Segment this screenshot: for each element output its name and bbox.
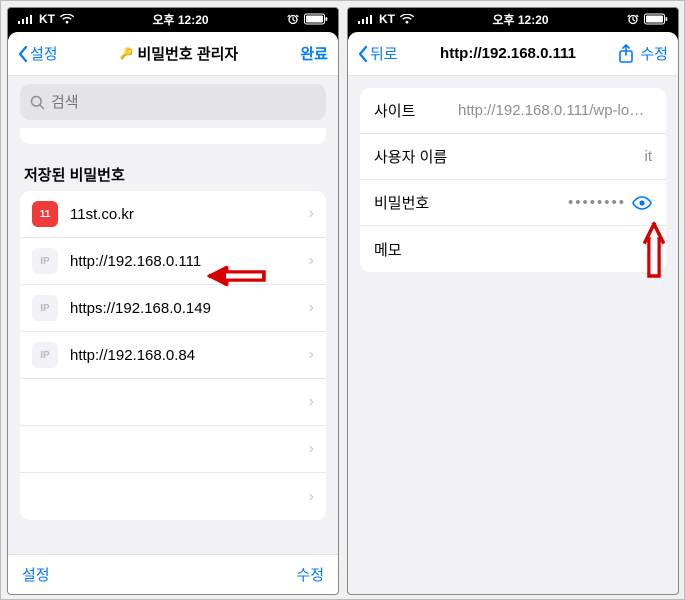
site-icon-ip: IP [32,248,58,274]
key-icon: 🔑 [120,47,134,60]
list-item[interactable]: › [20,473,326,520]
list-item[interactable]: IP https://192.168.0.149 › [20,285,326,332]
chevron-right-icon: › [309,205,314,223]
list-item[interactable]: › [20,379,326,426]
signal-icon [358,14,374,24]
alarm-icon [287,13,299,25]
chevron-right-icon: › [309,440,314,458]
search-icon [30,95,45,110]
list-item-label: 11st.co.kr [70,206,309,223]
bottom-settings-button[interactable]: 설정 [22,564,50,585]
status-time: 오후 12:20 [152,11,208,28]
eye-icon [632,196,652,210]
status-bar: KT 오후 12:20 [348,8,678,30]
detail-label: 사이트 [374,100,458,121]
detail-row-memo[interactable]: 메모 [360,226,666,272]
bottom-bar: 설정 수정 [8,554,338,594]
list-item[interactable]: IP http://192.168.0.84 › [20,332,326,379]
detail-row-user[interactable]: 사용자 이름 it [360,134,666,180]
wifi-icon [400,14,414,24]
detail-label: 비밀번호 [374,192,458,213]
site-icon-ip: IP [32,295,58,321]
detail-value: it [458,148,652,165]
password-list: 11 11st.co.kr › IP http://192.168.0.111 … [20,191,326,520]
list-item[interactable]: IP http://192.168.0.111 › [20,238,326,285]
phone-right: KT 오후 12:20 뒤로 http://192.168.0.111 수정 [347,7,679,595]
detail-row-password[interactable]: 비밀번호 •••••••• [360,180,666,226]
nav-back-button[interactable]: 설정 [18,43,58,64]
nav-bar: 뒤로 http://192.168.0.111 수정 [348,32,678,76]
screen-left: 설정 🔑 비밀번호 관리자 완료 저장된 비밀번호 11 11st.co.kr … [8,32,338,594]
nav-done-button[interactable]: 완료 [300,43,328,64]
list-item-label: https://192.168.0.149 [70,300,309,317]
signal-icon [18,14,34,24]
nav-share-button[interactable] [618,44,634,64]
nav-title-label: 비밀번호 관리자 [137,43,238,64]
detail-label: 사용자 이름 [374,146,458,167]
carrier-label: KT [379,12,395,26]
nav-back-label: 설정 [30,43,58,64]
list-item[interactable]: › [20,426,326,473]
nav-bar: 설정 🔑 비밀번호 관리자 완료 [8,32,338,76]
list-item-label: http://192.168.0.111 [70,253,309,270]
section-header: 저장된 비밀번호 [8,154,338,191]
status-bar: KT 오후 12:20 [8,8,338,30]
nav-edit-button[interactable]: 수정 [640,43,668,64]
share-icon [618,44,634,64]
detail-row-site[interactable]: 사이트 http://192.168.0.111/wp-login.php [360,88,666,134]
chevron-right-icon: › [309,488,314,506]
phone-left: KT 오후 12:20 설정 🔑 비밀번호 관리자 완료 [7,7,339,595]
battery-icon [304,13,328,25]
search-bar[interactable] [20,84,326,120]
alarm-icon [627,13,639,25]
wifi-icon [60,14,74,24]
screen-right: 뒤로 http://192.168.0.111 수정 사이트 http://19… [348,32,678,594]
site-icon-11st: 11 [32,201,58,227]
detail-value: http://192.168.0.111/wp-login.php [458,102,652,119]
reveal-password-button[interactable] [632,196,652,210]
chevron-left-icon [18,46,28,62]
nav-title: 🔑 비밀번호 관리자 [120,43,238,64]
status-time: 오후 12:20 [492,11,548,28]
list-item-label: http://192.168.0.84 [70,347,309,364]
carrier-label: KT [39,12,55,26]
battery-icon [644,13,668,25]
nav-back-button[interactable]: 뒤로 [358,43,398,64]
chevron-right-icon: › [309,252,314,270]
site-icon-ip: IP [32,342,58,368]
chevron-left-icon [358,46,368,62]
chevron-right-icon: › [309,346,314,364]
list-item[interactable]: 11 11st.co.kr › [20,191,326,238]
chevron-right-icon: › [309,299,314,317]
search-input[interactable] [51,94,316,111]
nav-title: http://192.168.0.111 [440,45,576,62]
bottom-edit-button[interactable]: 수정 [296,564,324,585]
detail-card: 사이트 http://192.168.0.111/wp-login.php 사용… [360,88,666,272]
detail-value-password: •••••••• [458,194,626,211]
nav-back-label: 뒤로 [370,43,398,64]
spacer [20,128,326,144]
detail-label: 메모 [374,239,402,260]
chevron-right-icon: › [309,393,314,411]
